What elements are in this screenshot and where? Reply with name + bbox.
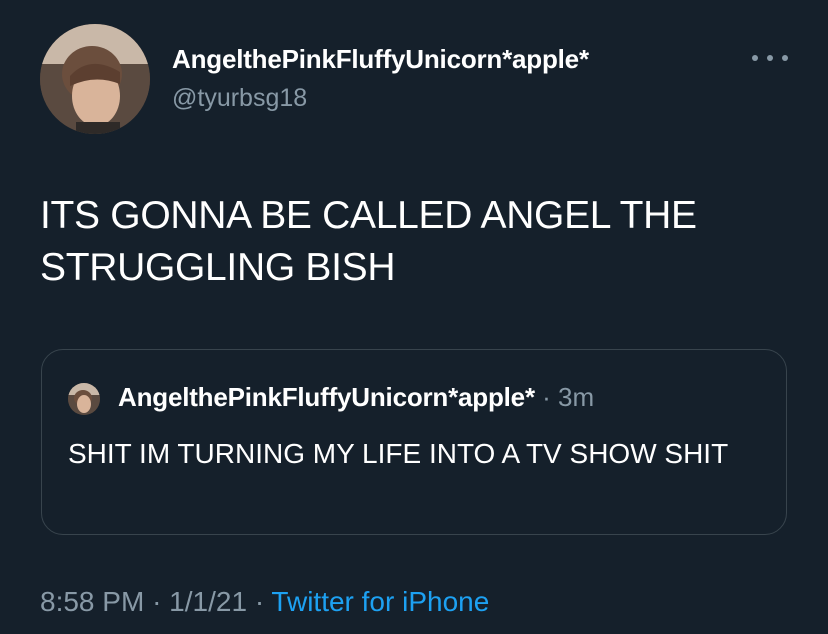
tweet-time: 8:58 PM: [40, 586, 145, 617]
tweet-source-link[interactable]: Twitter for iPhone: [271, 586, 489, 617]
tweet-meta: 8:58 PM · 1/1/21 · Twitter for iPhone: [40, 586, 489, 618]
display-name[interactable]: AngelthePinkFluffyUnicorn*apple*: [172, 44, 589, 75]
dot: [767, 55, 773, 61]
quoted-header: AngelthePinkFluffyUnicorn*apple* · 3m: [118, 382, 594, 413]
quoted-tweet[interactable]: AngelthePinkFluffyUnicorn*apple* · 3m SH…: [41, 349, 787, 535]
meta-separator: ·: [152, 586, 162, 617]
dot: [782, 55, 788, 61]
quoted-avatar: [68, 383, 100, 415]
avatar[interactable]: [40, 24, 150, 134]
tweet: AngelthePinkFluffyUnicorn*apple* @tyurbs…: [0, 0, 828, 634]
quoted-text: SHIT IM TURNING MY LIFE INTO A TV SHOW S…: [68, 438, 729, 469]
quoted-avatar-photo: [68, 383, 100, 415]
user-handle[interactable]: @tyurbsg18: [172, 84, 307, 113]
dot: [752, 55, 758, 61]
quoted-separator: ·: [542, 382, 551, 412]
meta-separator: ·: [254, 586, 265, 617]
more-horizontal-icon[interactable]: [752, 46, 788, 70]
quoted-timestamp: 3m: [558, 382, 595, 412]
quoted-display-name: AngelthePinkFluffyUnicorn*apple*: [118, 382, 535, 412]
tweet-text: ITS GONNA BE CALLED ANGEL THE STRUGGLING…: [40, 194, 697, 289]
avatar-photo: [40, 24, 150, 134]
tweet-date: 1/1/21: [169, 586, 248, 617]
